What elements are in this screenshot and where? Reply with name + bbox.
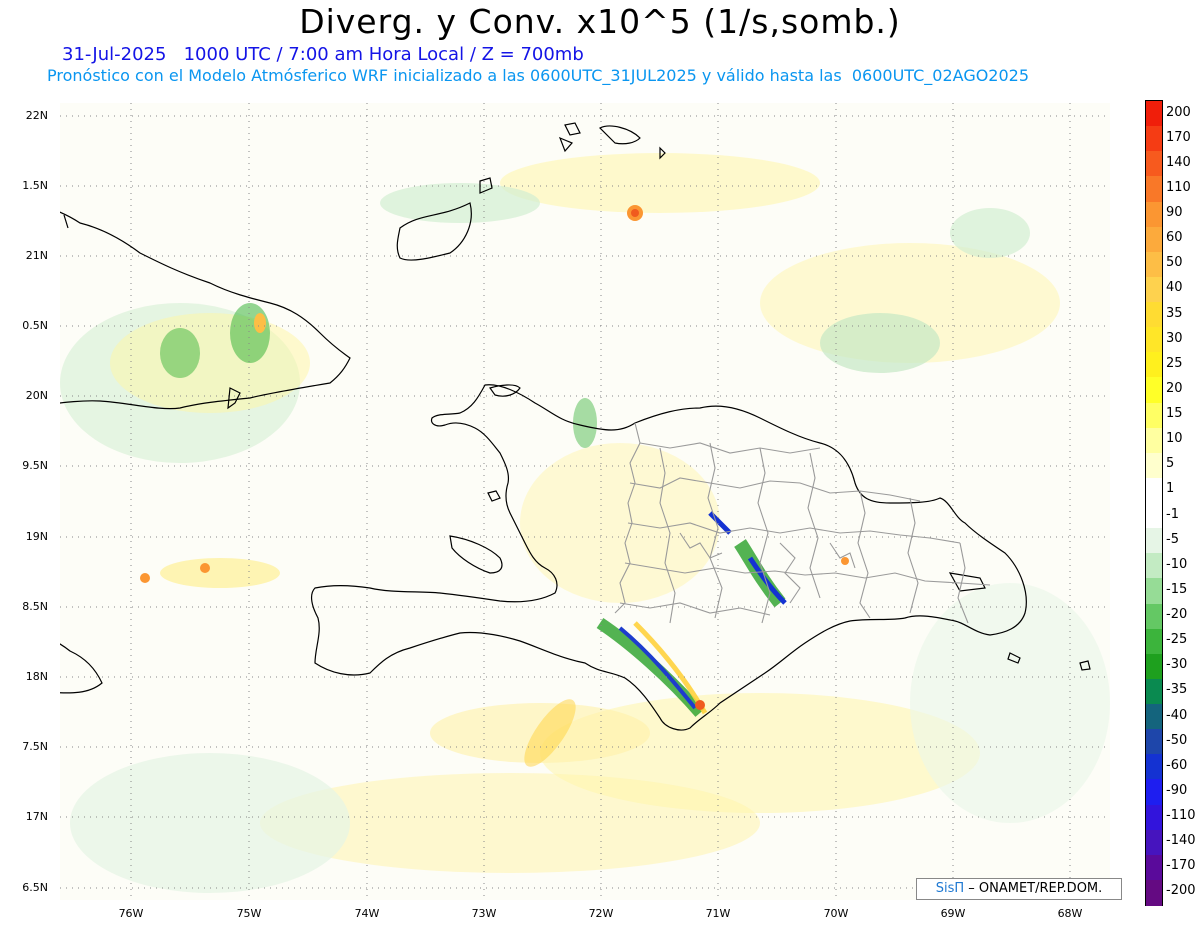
lat-label-19-5n: 9.5N xyxy=(22,459,48,472)
colorbar-cell xyxy=(1146,101,1162,127)
lat-label-17-5n: 7.5N xyxy=(22,740,48,753)
colorbar-cell xyxy=(1146,829,1162,856)
colorbar-cell xyxy=(1146,854,1162,881)
credit-box: SisΠ – ONAMET/REP.DOM. xyxy=(916,878,1122,900)
colorbar-label: 20 xyxy=(1166,380,1183,396)
colorbar-label: 1 xyxy=(1166,481,1175,497)
colorbar-label: -10 xyxy=(1166,556,1188,572)
lon-label-71w: 71W xyxy=(705,907,731,920)
lon-label-69w: 69W xyxy=(940,907,966,920)
colorbar-cell xyxy=(1146,251,1162,278)
colorbar-cell xyxy=(1146,578,1162,604)
colorbar-cell xyxy=(1146,477,1162,504)
lon-label-74w: 74W xyxy=(354,907,380,920)
colorbar-cell xyxy=(1146,452,1162,479)
colorbar xyxy=(1145,100,1163,906)
colorbar-cell xyxy=(1146,503,1162,529)
colorbar-label: 90 xyxy=(1166,205,1183,221)
colorbar-cell xyxy=(1146,779,1162,805)
colorbar-label: 140 xyxy=(1166,154,1191,170)
colorbar-cell xyxy=(1146,352,1162,378)
colorbar-label: -20 xyxy=(1166,607,1188,623)
lon-label-75w: 75W xyxy=(236,907,262,920)
colorbar-cell xyxy=(1146,754,1162,780)
lat-label-21-5n: 1.5N xyxy=(22,179,48,192)
credit-text: – ONAMET/REP.DOM. xyxy=(964,881,1103,896)
lat-label-20n: 20N xyxy=(25,389,48,402)
colorbar-cell xyxy=(1146,201,1162,228)
lat-label-20-5n: 0.5N xyxy=(22,319,48,332)
lat-label-19n: 19N xyxy=(25,530,48,543)
colorbar-label: -60 xyxy=(1166,757,1188,773)
colorbar-label: 170 xyxy=(1166,129,1191,145)
colorbar-cell xyxy=(1146,427,1162,454)
lat-label-21n: 21N xyxy=(25,249,48,262)
colorbar-label: 110 xyxy=(1166,179,1191,195)
lon-label-73w: 73W xyxy=(471,907,497,920)
colorbar-cell xyxy=(1146,603,1162,630)
colorbar-label: -200 xyxy=(1166,883,1196,899)
lat-label-18-5n: 8.5N xyxy=(22,600,48,613)
colorbar-cell xyxy=(1146,729,1162,755)
colorbar-cell xyxy=(1146,628,1162,655)
colorbar-label: -50 xyxy=(1166,732,1188,748)
colorbar-label: -1 xyxy=(1166,506,1179,522)
colorbar-label: -170 xyxy=(1166,858,1196,874)
colorbar-cell xyxy=(1146,402,1162,429)
colorbar-label: -90 xyxy=(1166,782,1188,798)
colorbar-cell xyxy=(1146,653,1162,680)
colorbar-cell xyxy=(1146,276,1162,303)
colorbar-label: 5 xyxy=(1166,456,1175,472)
colorbar-label: 10 xyxy=(1166,431,1183,447)
colorbar-label: 200 xyxy=(1166,104,1191,120)
colorbar-cell xyxy=(1146,302,1162,328)
model-info-line: Pronóstico con el Modelo Atmósferico WRF… xyxy=(47,66,1030,85)
map-panel xyxy=(60,103,1110,900)
lon-label-70w: 70W xyxy=(823,907,849,920)
divergence-field xyxy=(60,103,1110,900)
colorbar-label: -35 xyxy=(1166,682,1188,698)
colorbar-label: 40 xyxy=(1166,280,1183,296)
colorbar-label: -5 xyxy=(1166,531,1179,547)
colorbar-label: -140 xyxy=(1166,833,1196,849)
colorbar-cell xyxy=(1146,176,1162,202)
colorbar-label: 15 xyxy=(1166,406,1183,422)
lon-label-72w: 72W xyxy=(588,907,614,920)
colorbar-cell xyxy=(1146,151,1162,177)
colorbar-cell xyxy=(1146,377,1162,403)
lon-label-68w: 68W xyxy=(1057,907,1083,920)
colorbar-label: -30 xyxy=(1166,657,1188,673)
lat-label-17n: 17N xyxy=(25,810,48,823)
colorbar-cell xyxy=(1146,226,1162,253)
valid-time-line: 31-Jul-2025 1000 UTC / 7:00 am Hora Loca… xyxy=(62,44,584,65)
colorbar-cell xyxy=(1146,704,1162,730)
colorbar-label: -110 xyxy=(1166,808,1196,824)
colorbar-label: 60 xyxy=(1166,230,1183,246)
colorbar-label: 35 xyxy=(1166,305,1183,321)
lat-label-18n: 18N xyxy=(25,670,48,683)
colorbar-cell xyxy=(1146,804,1162,831)
lat-label-22n: 22N xyxy=(25,109,48,122)
map-title: Diverg. y Conv. x10^5 (1/s,somb.) xyxy=(299,2,901,41)
lon-label-76w: 76W xyxy=(118,907,144,920)
colorbar-cell xyxy=(1146,553,1162,579)
colorbar-label: 25 xyxy=(1166,355,1183,371)
colorbar-label: 30 xyxy=(1166,330,1183,346)
colorbar-cell xyxy=(1146,126,1162,152)
colorbar-cell xyxy=(1146,327,1162,353)
colorbar-label: -25 xyxy=(1166,632,1188,648)
colorbar-label: -15 xyxy=(1166,581,1188,597)
colorbar-cell xyxy=(1146,678,1162,705)
colorbar-cell xyxy=(1146,879,1162,906)
sispi-logo: SisΠ xyxy=(935,881,965,896)
colorbar-label: 50 xyxy=(1166,255,1183,271)
lat-label-16-5n: 6.5N xyxy=(22,881,48,894)
colorbar-label: -40 xyxy=(1166,707,1188,723)
colorbar-cell xyxy=(1146,528,1162,554)
